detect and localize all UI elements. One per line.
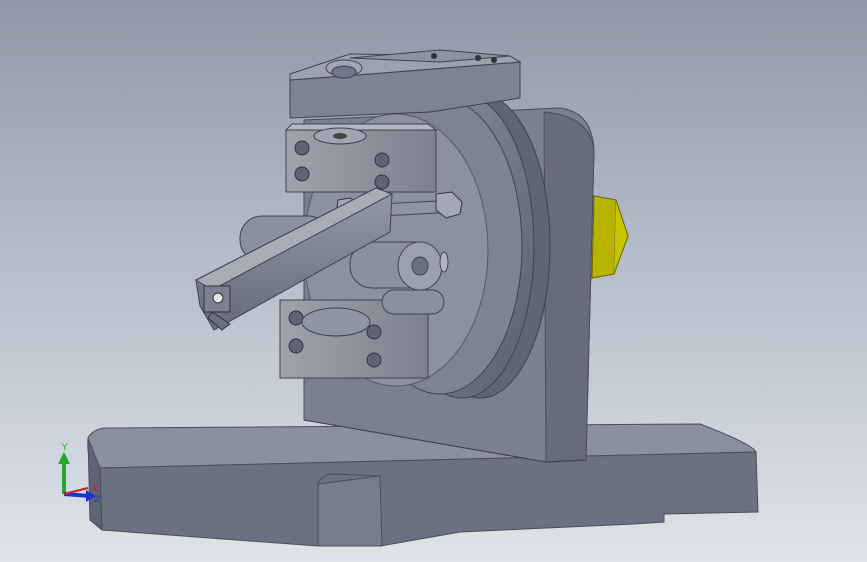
side-nut[interactable]: [591, 195, 629, 279]
coordinate-triad: Y X Z: [58, 443, 100, 505]
upper-clamp-block[interactable]: [284, 123, 438, 193]
base-plate[interactable]: [87, 423, 759, 547]
z-axis-label: Z: [94, 495, 100, 505]
graphics-viewport[interactable]: Y X Z: [0, 0, 867, 562]
x-axis-label: X: [92, 485, 98, 495]
y-axis-label: Y: [61, 443, 68, 453]
fixture-3d-model[interactable]: [0, 0, 867, 562]
